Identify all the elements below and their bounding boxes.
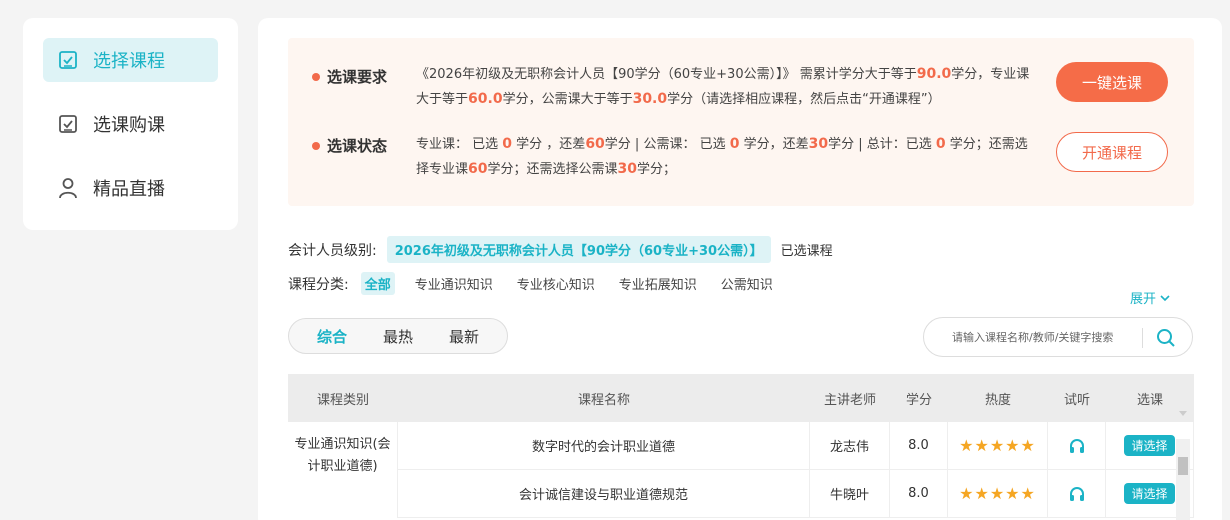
status-text-part: 学分 | 公需课： 已选 xyxy=(604,137,726,152)
teacher-name: 龙志伟 xyxy=(810,422,890,470)
course-table: 课程类别 课程名称 主讲老师 学分 热度 试听 选课 专业通识知识(会计职业道德… xyxy=(288,374,1194,518)
category-extended[interactable]: 专业拓展知识 xyxy=(615,272,701,295)
status-text-part: 学分，还差 xyxy=(743,137,809,152)
bullet-dot xyxy=(312,72,320,81)
search-box xyxy=(923,317,1193,357)
req-text: 《2026年初级及无职称会计人员【90学分（60专业+30公需）】》 需累计学分… xyxy=(416,67,917,82)
sidebar-item-buy-course[interactable]: 选课购课 xyxy=(43,102,218,146)
main-panel: 选课要求 《2026年初级及无职称会计人员【90学分（60专业+30公需）】》 … xyxy=(258,18,1222,520)
table-row: 会计诚信建设与职业道德规范 牛晓叶 8.0 ★★★★★ 请选择 xyxy=(288,470,1194,518)
status-text-part: 学分； xyxy=(637,162,677,177)
popularity-stars: ★★★★★ xyxy=(948,422,1048,470)
requirement-title: 选课要求 xyxy=(327,68,388,86)
status-text-part: 学分 ，还差 xyxy=(516,137,586,152)
sort-newest[interactable]: 最新 xyxy=(449,326,479,347)
sidebar-item-label: 选择课程 xyxy=(93,51,165,72)
sort-tabs: 综合 最热 最新 xyxy=(288,318,508,354)
audition-cell xyxy=(1048,470,1106,518)
sort-comprehensive[interactable]: 综合 xyxy=(317,326,347,347)
select-course-button[interactable]: 请选择 xyxy=(1124,483,1175,504)
sidebar: 选择课程 选课购课 精品直播 xyxy=(23,18,238,230)
audition-cell xyxy=(1048,422,1106,470)
total-selected: 0 xyxy=(935,136,946,152)
headphones-icon[interactable] xyxy=(1068,485,1086,503)
one-click-select-button[interactable]: 一键选课 xyxy=(1056,62,1168,102)
notice-panel: 选课要求 《2026年初级及无职称会计人员【90学分（60专业+30公需）】》 … xyxy=(288,38,1194,206)
public-remaining: 30 xyxy=(808,136,829,152)
requirement-label: 选课要求 xyxy=(312,66,387,87)
sidebar-item-live[interactable]: 精品直播 xyxy=(43,166,218,210)
status-title: 选课状态 xyxy=(327,137,388,155)
requirement-text: 《2026年初级及无职称会计人员【90学分（60专业+30公需）】》 需累计学分… xyxy=(416,62,1036,112)
open-course-button[interactable]: 开通课程 xyxy=(1056,132,1168,172)
expand-toggle[interactable]: 展开 xyxy=(1130,288,1170,307)
check-square-icon xyxy=(57,49,79,71)
headphones-icon[interactable] xyxy=(1068,437,1086,455)
selected-courses-link[interactable]: 已选课程 xyxy=(781,240,833,259)
expand-label: 展开 xyxy=(1130,292,1157,307)
col-teacher: 主讲老师 xyxy=(823,392,876,408)
table-row: 数字时代的会计职业道德 龙志伟 8.0 ★★★★★ 请选择 xyxy=(288,422,1194,470)
category-core[interactable]: 专业核心知识 xyxy=(513,272,599,295)
course-name[interactable]: 数字时代的会计职业道德 xyxy=(398,422,810,470)
course-name[interactable]: 会计诚信建设与职业道德规范 xyxy=(398,470,810,518)
scrollbar-thumb[interactable] xyxy=(1178,457,1188,475)
col-select: 选课 xyxy=(1136,392,1163,408)
public-needed: 30 xyxy=(617,161,637,177)
req-text: 学分，公需课大于等于 xyxy=(502,92,633,107)
star-icons: ★★★★★ xyxy=(959,484,1036,503)
sidebar-item-select-course[interactable]: 选择课程 xyxy=(43,38,218,82)
col-name: 课程名称 xyxy=(577,392,630,408)
search-icon[interactable] xyxy=(1156,328,1176,348)
req-prof-credits: 60.0 xyxy=(468,91,503,107)
popularity-stars: ★★★★★ xyxy=(948,470,1048,518)
level-label: 会计人员级别: xyxy=(288,242,377,259)
check-square-icon xyxy=(57,113,79,135)
bullet-dot xyxy=(312,141,320,150)
public-selected: 0 xyxy=(729,136,740,152)
table-scrollbar[interactable] xyxy=(1176,439,1190,520)
status-text: 专业课： 已选 0 学分 ，还差60学分 | 公需课： 已选 0 学分，还差30… xyxy=(416,132,1036,182)
table-body: 专业通识知识(会计职业道德) 数字时代的会计职业道德 龙志伟 8.0 ★★★★★… xyxy=(288,422,1194,518)
teacher-name: 牛晓叶 xyxy=(810,470,890,518)
level-filter-row: 会计人员级别: 2026年初级及无职称会计人员【90学分（60专业+30公需）】… xyxy=(288,236,833,263)
prof-remaining: 60 xyxy=(585,136,605,152)
status-text-part: 专业课： 已选 xyxy=(416,137,499,152)
sidebar-item-label: 选课购课 xyxy=(93,115,165,136)
search-divider xyxy=(1142,328,1143,348)
category-all[interactable]: 全部 xyxy=(360,272,395,295)
col-credit: 学分 xyxy=(905,392,932,408)
sidebar-item-label: 精品直播 xyxy=(93,179,165,200)
select-course-button[interactable]: 请选择 xyxy=(1124,435,1175,456)
req-total-credits: 90.0 xyxy=(916,66,952,82)
req-text: 学分（请选择相应课程，然后点击“开通课程”） xyxy=(667,92,941,107)
chevron-down-icon xyxy=(1160,294,1170,301)
category-public[interactable]: 公需知识 xyxy=(717,272,777,295)
col-category: 课程类别 xyxy=(316,392,369,408)
table-header: 课程类别 课程名称 主讲老师 学分 热度 试听 选课 xyxy=(288,374,1194,422)
status-text-part: 学分 | 总计：已选 xyxy=(828,137,932,152)
req-public-credits: 30.0 xyxy=(632,91,668,107)
sort-hottest[interactable]: 最热 xyxy=(383,326,413,347)
prof-selected: 0 xyxy=(502,136,513,152)
category-filter-row: 课程分类: 全部 专业通识知识 专业核心知识 专业拓展知识 公需知识 xyxy=(288,272,793,295)
prof-needed: 60 xyxy=(468,161,488,177)
col-popularity: 热度 xyxy=(984,392,1011,408)
status-label: 选课状态 xyxy=(312,135,387,156)
star-icons: ★★★★★ xyxy=(959,436,1036,455)
category-cell: 专业通识知识(会计职业道德) xyxy=(288,422,398,518)
column-dropdown-icon[interactable] xyxy=(1178,410,1188,418)
credit-value: 8.0 xyxy=(890,422,948,470)
category-general[interactable]: 专业通识知识 xyxy=(411,272,497,295)
search-input[interactable] xyxy=(952,330,1132,344)
status-text-part: 学分；还需选择公需课 xyxy=(487,162,618,177)
category-label: 课程分类: xyxy=(288,276,349,293)
col-audition: 试听 xyxy=(1063,392,1090,408)
credit-value: 8.0 xyxy=(890,470,948,518)
user-icon xyxy=(57,177,79,199)
level-tag[interactable]: 2026年初级及无职称会计人员【90学分（60专业+30公需）】 xyxy=(386,236,771,263)
